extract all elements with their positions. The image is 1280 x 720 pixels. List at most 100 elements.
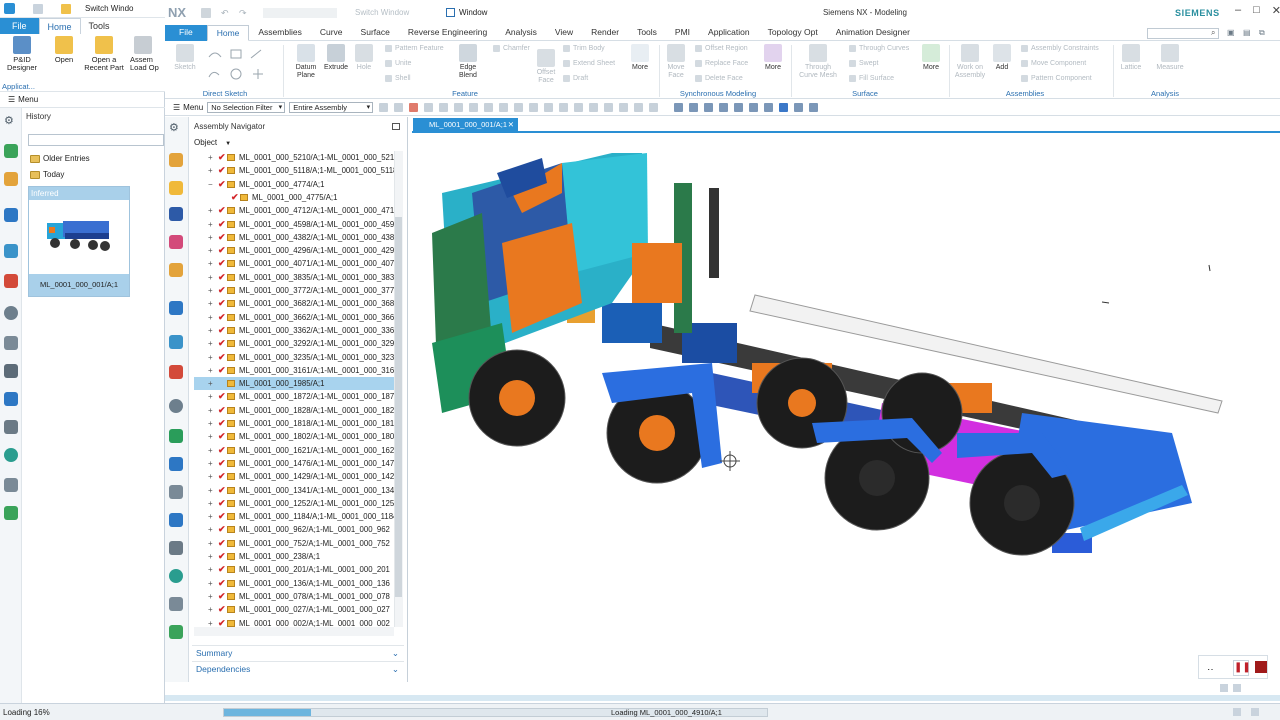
visualization-icon[interactable] xyxy=(4,448,18,462)
tree-row[interactable]: + ✔ ML_0001_000_3292/A;1-ML_0001_000_3292 xyxy=(194,337,394,350)
analysis-curve-icon[interactable] xyxy=(169,541,183,555)
tree-today[interactable]: Today xyxy=(30,170,64,179)
selection-scope-select[interactable]: Entire Assembly xyxy=(289,102,374,113)
tree-row[interactable]: + ✔ ML_0001_000_5118/A;1-ML_0001_000_5118 xyxy=(194,164,394,177)
clipboard-tools-icon[interactable] xyxy=(263,8,337,18)
system-materials-icon[interactable] xyxy=(169,429,183,443)
selection-filter-select[interactable]: No Selection Filter xyxy=(207,102,286,113)
pid-designer-button[interactable]: P&ID Designer xyxy=(4,36,40,72)
tab-file[interactable]: File xyxy=(165,24,207,41)
snap-grid-icon[interactable] xyxy=(589,103,599,112)
tree-older-entries[interactable]: Older Entries xyxy=(30,154,90,163)
tree-row[interactable]: + ✔ ML_0001_000_3662/A;1-ML_0001_000_3662 xyxy=(194,311,394,324)
move-component-button[interactable]: Move Component xyxy=(1021,60,1086,67)
save-icon[interactable] xyxy=(201,8,211,18)
process-studio-icon[interactable] xyxy=(169,457,183,471)
snap-center-icon[interactable] xyxy=(439,103,449,112)
tab-assemblies[interactable]: Assemblies xyxy=(249,25,310,41)
snap-mid-icon[interactable] xyxy=(424,103,434,112)
visibility-check-icon[interactable]: ✔ xyxy=(218,590,226,603)
tree-row[interactable]: − ✔ ML_0001_000_4774/A;1 xyxy=(194,178,394,191)
object-column-header[interactable]: Object ▼ xyxy=(194,138,254,149)
expand-toggle-icon[interactable]: + xyxy=(208,284,213,297)
expand-toggle-icon[interactable]: + xyxy=(208,164,213,177)
expand-toggle-icon[interactable]: + xyxy=(208,470,213,483)
replace-face-button[interactable]: Replace Face xyxy=(695,60,748,67)
part-navigator-icon[interactable] xyxy=(4,144,18,158)
visibility-check-icon[interactable]: ✔ xyxy=(218,563,226,576)
menu-button[interactable]: Menu xyxy=(183,103,203,112)
expand-toggle-icon[interactable]: + xyxy=(208,151,213,164)
history-clock-icon[interactable] xyxy=(169,399,183,413)
snap-quadrant-icon[interactable] xyxy=(454,103,464,112)
tree-row[interactable]: + ✔ ML_0001_000_078/A;1-ML_0001_000_078 xyxy=(194,590,394,603)
render-style-icon[interactable] xyxy=(749,103,759,112)
edge-blend-button[interactable]: Edge Blend xyxy=(451,44,485,80)
tab-home[interactable]: Home xyxy=(206,24,250,41)
tab-curve[interactable]: Curve xyxy=(311,25,352,41)
work-on-assembly-button[interactable]: Work on Assembly xyxy=(953,44,987,80)
chamfer-button[interactable]: Chamfer xyxy=(493,45,530,52)
visualization-icon[interactable] xyxy=(169,569,183,583)
orient-view-icon[interactable] xyxy=(734,103,744,112)
pause-icon[interactable]: ❚❚ xyxy=(1233,660,1251,676)
snap-existing-icon[interactable] xyxy=(544,103,554,112)
visibility-check-icon[interactable]: ✔ xyxy=(218,510,226,523)
expand-toggle-icon[interactable]: + xyxy=(208,390,213,403)
visibility-check-icon[interactable]: ✔ xyxy=(218,231,226,244)
visibility-check-icon[interactable]: ✔ xyxy=(218,430,226,443)
tree-scroll-thumb[interactable] xyxy=(395,217,402,597)
tree-row[interactable]: + ✔ ML_0001_000_3682/A;1-ML_0001_000_3682 xyxy=(194,297,394,310)
tree-row[interactable]: + ✔ ML_0001_000_4296/A;1-ML_0001_000_4296 xyxy=(194,244,394,257)
graphics-window[interactable] xyxy=(412,131,1280,681)
expand-toggle-icon[interactable]: + xyxy=(208,311,213,324)
visibility-check-icon[interactable]: ✔ xyxy=(218,151,226,164)
visibility-check-icon[interactable]: ✔ xyxy=(218,178,226,191)
document-tab[interactable]: ML_0001_000_001/A;1 ✕ xyxy=(413,118,518,131)
tab-animation-designer[interactable]: Animation Designer xyxy=(827,25,919,41)
synchronous-modeling-group-label[interactable]: Synchronous Modeling xyxy=(673,89,763,98)
tree-row[interactable]: + ✔ ML_0001_000_4712/A;1-ML_0001_000_4712 xyxy=(194,204,394,217)
zoom-icon[interactable] xyxy=(689,103,699,112)
expand-toggle-icon[interactable]: + xyxy=(208,550,213,563)
pattern-feature-button[interactable]: Pattern Feature xyxy=(385,45,444,52)
tree-row[interactable]: + ✔ ML_0001_000_1828/A;1-ML_0001_000_1828 xyxy=(194,404,394,417)
expand-toggle-icon[interactable]: + xyxy=(208,510,213,523)
pin-icon[interactable] xyxy=(4,478,18,492)
view-triad-icon[interactable] xyxy=(1220,684,1228,692)
visibility-check-icon[interactable]: ✔ xyxy=(218,297,226,310)
expand-toggle-icon[interactable]: + xyxy=(208,603,213,616)
hole-button[interactable]: Hole xyxy=(351,44,377,72)
search-icon[interactable]: ⌕ xyxy=(1211,28,1215,38)
snap-control-icon[interactable] xyxy=(484,103,494,112)
expand-toggle-icon[interactable]: + xyxy=(208,377,213,390)
tree-row[interactable]: + ✔ ML_0001_000_1872/A;1-ML_0001_000_1872 xyxy=(194,390,394,403)
tab-surface[interactable]: Surface xyxy=(352,25,399,41)
extend-sheet-button[interactable]: Extend Sheet xyxy=(563,60,615,67)
tree-row[interactable]: + ✔ ML_0001_000_002/A;1-ML_0001_000_002 xyxy=(194,617,394,628)
tab-analysis[interactable]: Analysis xyxy=(496,25,546,41)
roles-icon[interactable] xyxy=(169,485,183,499)
tab-render[interactable]: Render xyxy=(582,25,628,41)
roles-icon[interactable] xyxy=(4,364,18,378)
offset-region-button[interactable]: Offset Region xyxy=(695,45,748,52)
assembly-constraints-button[interactable]: Assembly Constraints xyxy=(1021,45,1099,52)
redo-icon[interactable]: ↷ xyxy=(239,8,247,19)
tree-row[interactable]: + ✔ ML_0001_000_962/A;1-ML_0001_000_962 xyxy=(194,523,394,536)
tab-view[interactable]: View xyxy=(546,25,582,41)
tab-home[interactable]: Home xyxy=(38,18,81,34)
ribbon-options-icon[interactable]: ▤ xyxy=(1243,28,1251,37)
tree-horizontal-scrollbar[interactable] xyxy=(194,627,394,636)
process-studio-icon[interactable] xyxy=(4,336,18,350)
gear-icon[interactable]: ⚙ xyxy=(4,114,18,128)
selection-mode-icon[interactable] xyxy=(409,103,419,112)
summary-section[interactable]: Summary ⌄ xyxy=(192,645,404,659)
tree-row[interactable]: + ✔ ML_0001_000_1802/A;1-ML_0001_000_1802 xyxy=(194,430,394,443)
gear-icon[interactable]: ⚙ xyxy=(169,121,183,135)
minimize-icon[interactable]: – xyxy=(1235,4,1241,17)
switch-window-button[interactable]: Switch Window xyxy=(355,8,409,17)
visibility-check-icon[interactable]: ✔ xyxy=(218,523,226,536)
visibility-check-icon[interactable]: ✔ xyxy=(231,191,239,204)
palette-icon[interactable] xyxy=(169,365,183,379)
restore-icon[interactable]: ⧉ xyxy=(1259,28,1265,38)
